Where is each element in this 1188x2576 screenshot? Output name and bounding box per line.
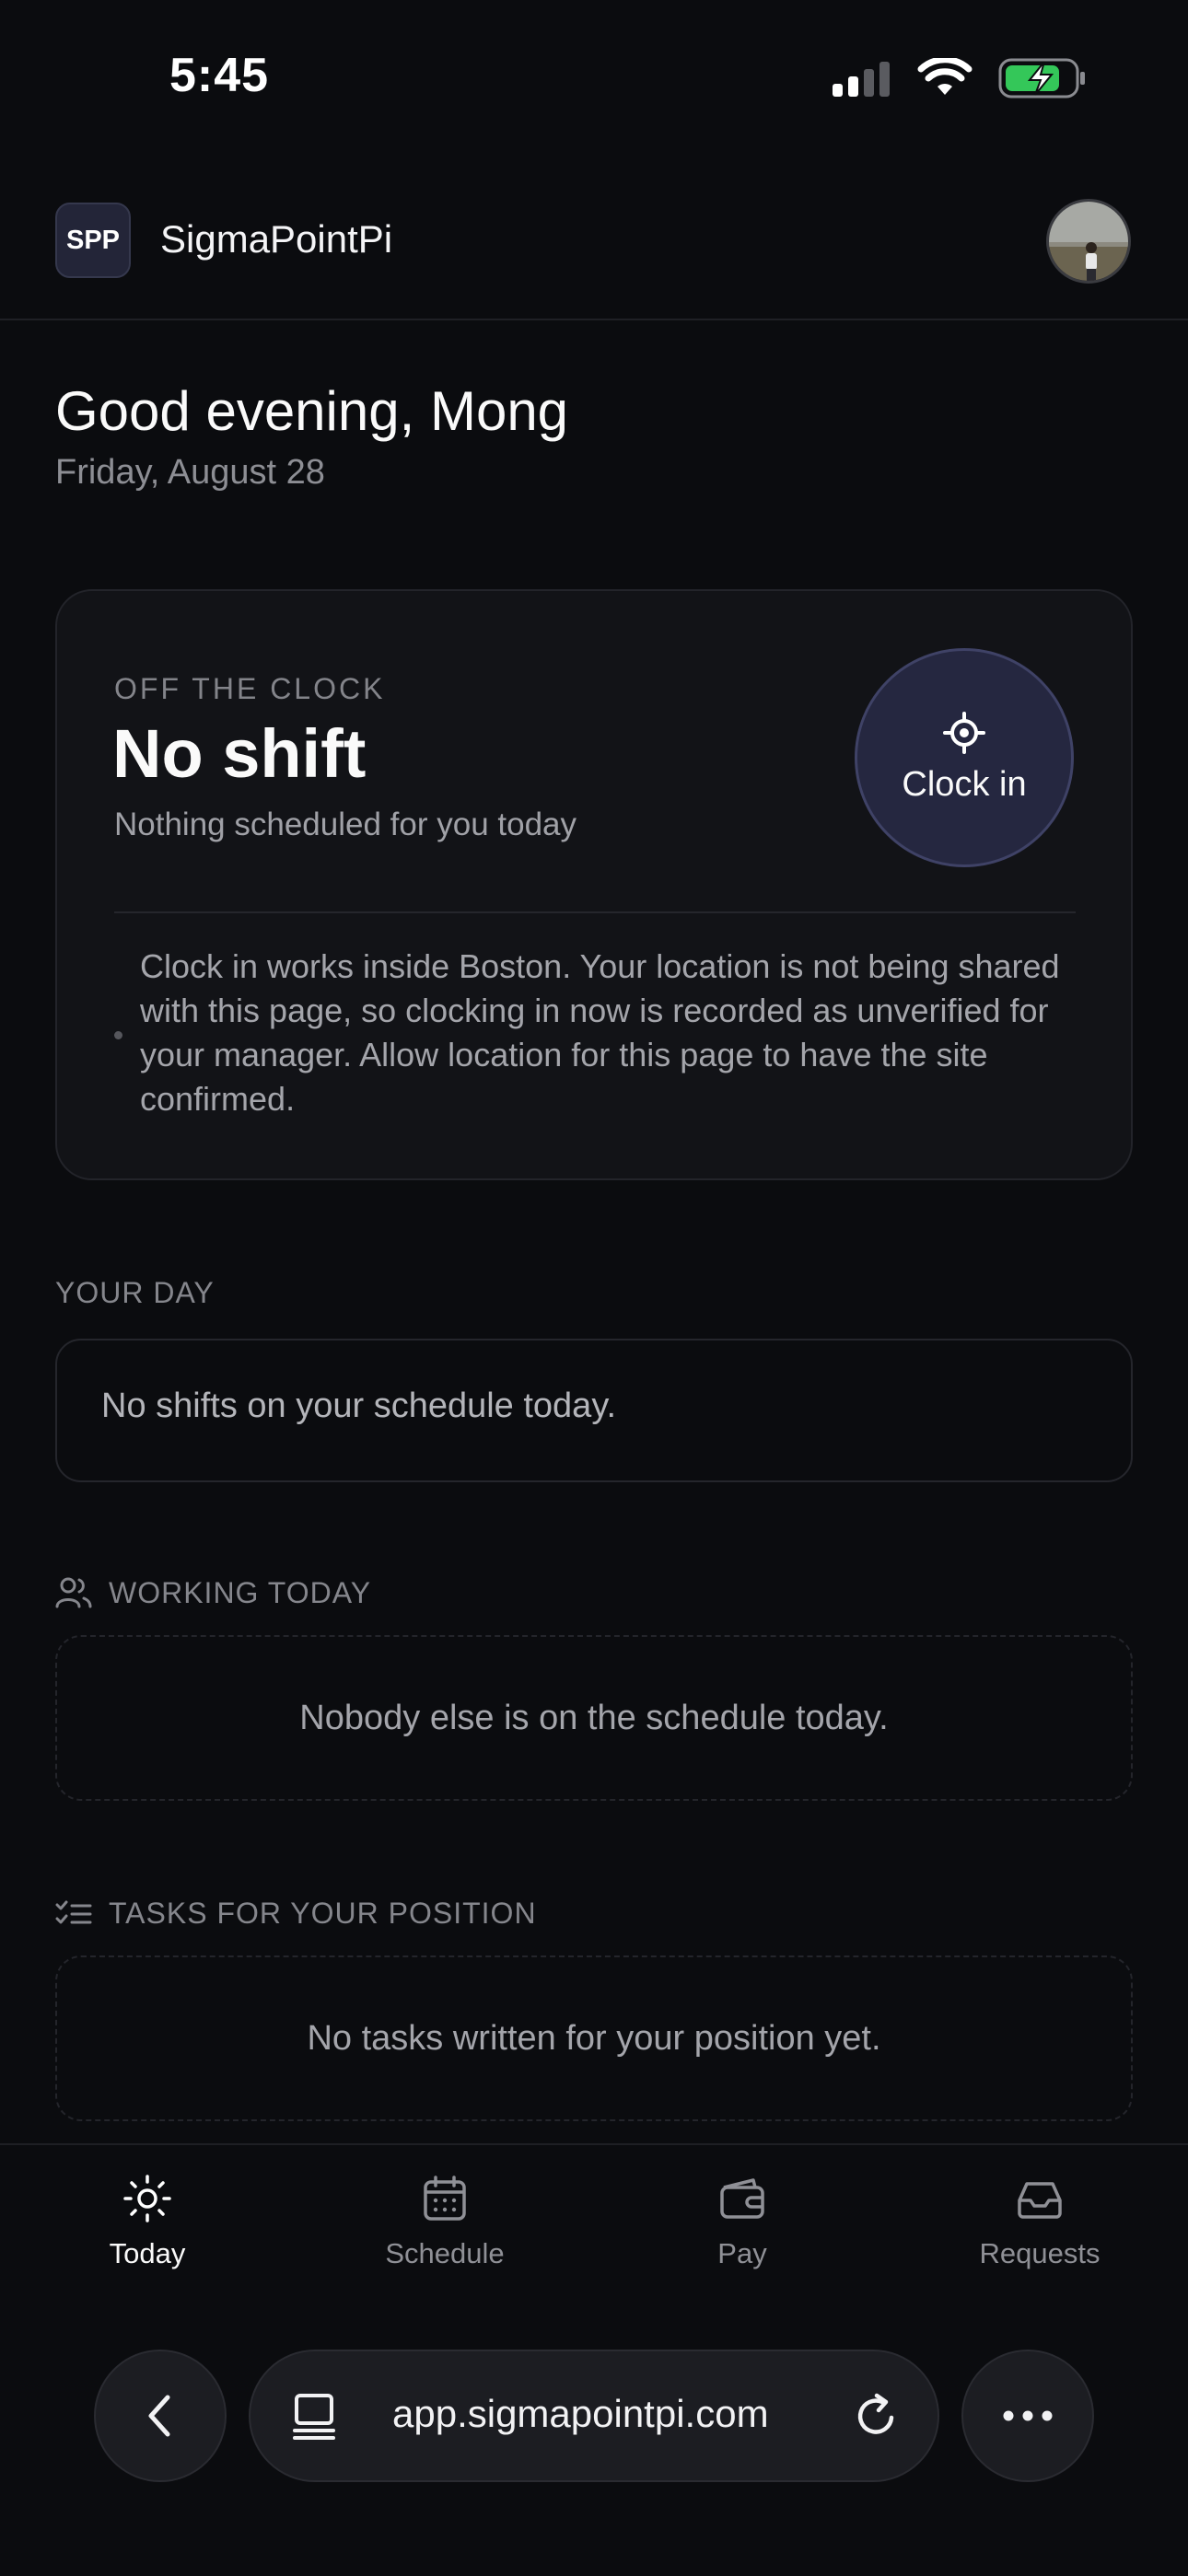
tab-today[interactable]: Today: [46, 2173, 249, 2270]
tasks-empty-text: No tasks written for your position yet.: [307, 2018, 881, 2058]
browser-back-button[interactable]: [94, 2350, 227, 2482]
tab-pay[interactable]: Pay: [641, 2173, 844, 2270]
crosshair-icon: [943, 711, 985, 754]
ellipsis-icon: [1003, 2410, 1053, 2421]
sun-icon: [123, 2175, 171, 2222]
tab-schedule[interactable]: Schedule: [344, 2173, 546, 2270]
location-notice: Clock in works inside Boston. Your locat…: [140, 947, 1060, 1118]
status-time: 5:45: [169, 49, 270, 102]
shift-subtitle: Nothing scheduled for you today: [114, 806, 577, 842]
tasks-label: TASKS FOR YOUR POSITION: [109, 1897, 537, 1930]
shift-title: No shift: [112, 715, 367, 792]
tasks-box: No tasks written for your position yet.: [55, 1955, 1133, 2121]
tab-pay-label: Pay: [717, 2237, 767, 2269]
calendar-icon: [424, 2176, 466, 2221]
wifi-icon: [917, 58, 973, 95]
battery-charging-icon: [998, 58, 1085, 99]
working-today-label: WORKING TODAY: [109, 1576, 372, 1609]
user-avatar[interactable]: [1046, 199, 1131, 284]
tab-requests-label: Requests: [979, 2237, 1101, 2269]
your-day-empty-text: No shifts on your schedule today.: [101, 1387, 617, 1425]
app-logo[interactable]: SPP: [55, 203, 131, 278]
clock-in-label: Clock in: [902, 764, 1027, 804]
inbox-icon: [1018, 2182, 1062, 2219]
status-icons: [831, 57, 1087, 99]
url-text[interactable]: app.sigmapointpi.com: [392, 2392, 769, 2436]
reload-icon[interactable]: [851, 2390, 903, 2442]
chevron-left-icon: [148, 2395, 170, 2437]
tab-overview-icon[interactable]: [291, 2392, 337, 2442]
more-options-button[interactable]: [961, 2350, 1094, 2482]
card-divider: [114, 911, 1076, 913]
current-date: Friday, August 28: [55, 453, 325, 492]
tab-schedule-label: Schedule: [385, 2237, 505, 2269]
tab-requests[interactable]: Requests: [938, 2173, 1141, 2270]
people-icon: [55, 1577, 92, 1608]
wallet-icon: [720, 2178, 764, 2219]
checklist-icon: [55, 1900, 92, 1924]
clock-in-button[interactable]: Clock in: [855, 648, 1074, 867]
cellular-signal-icon: [833, 62, 890, 97]
clock-status-label: OFF THE CLOCK: [114, 672, 386, 705]
working-today-empty-text: Nobody else is on the schedule today.: [299, 1698, 889, 1737]
notice-dot-icon: [114, 1031, 122, 1039]
app-name: SigmaPointPi: [160, 217, 393, 261]
your-day-label: YOUR DAY: [55, 1276, 215, 1309]
working-today-box: Nobody else is on the schedule today.: [55, 1635, 1133, 1801]
tab-today-label: Today: [109, 2237, 186, 2269]
greeting-title: Good evening, Mong: [55, 380, 569, 442]
